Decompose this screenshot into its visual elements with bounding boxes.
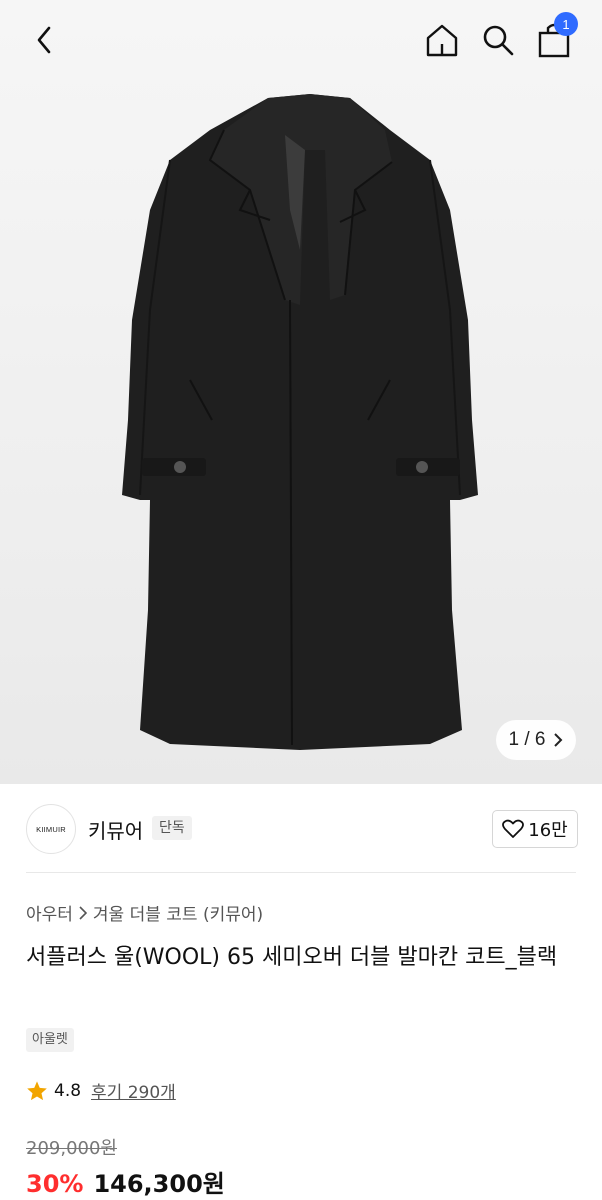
search-icon [483,25,514,56]
brand-logo-text: KIIMUIR [36,824,66,834]
brand-name[interactable]: 키뮤어 [88,815,143,844]
rating-score: 4.8 [54,1080,82,1101]
like-button[interactable]: 16만 [492,810,578,848]
rating-summary: 4.8 후기 290개 [26,1078,176,1103]
brand-logo[interactable]: KIIMUIR [26,804,76,854]
breadcrumb: 아우터 겨울 더블 코트 (키뮤어) [26,900,263,925]
outlet-chip: 아울렛 [26,1028,74,1052]
image-counter[interactable]: 1 / 6 [496,720,576,760]
section-divider [26,872,576,873]
breadcrumb-category[interactable]: 아우터 [26,900,73,925]
chevron-left-icon [37,26,51,54]
star-icon [27,1080,47,1100]
product-image-coat [122,94,478,750]
like-count: 16만 [528,820,568,841]
search-button[interactable] [476,18,520,62]
breadcrumb-subcategory[interactable]: 겨울 더블 코트 (키뮤어) [93,900,263,925]
sale-price-row: 30% 146,300원 [26,1164,225,1199]
cart-count-badge: 1 [554,12,578,36]
image-counter-text: 1 / 6 [508,729,546,750]
heart-icon [502,819,525,838]
back-button[interactable] [22,18,66,62]
home-button[interactable] [420,18,464,62]
sale-price: 146,300원 [93,1170,225,1198]
product-title: 서플러스 울(WOOL) 65 세미오버 더블 발마칸 코트_블랙 [26,945,558,970]
cart-button[interactable]: 1 [532,12,578,62]
brand-row: KIIMUIR 키뮤어 단독 16만 [0,800,602,858]
chevron-right-icon [79,905,87,920]
product-image-gallery[interactable]: 1 / 6 [0,0,602,784]
top-navigation-bar: 1 [0,0,602,84]
chevron-right-icon [554,733,563,747]
home-icon [426,24,458,57]
exclusive-tag: 단독 [152,816,192,840]
discount-rate: 30% [26,1170,84,1198]
reviews-link[interactable]: 후기 290개 [91,1078,176,1103]
original-price: 209,000원 [26,1138,117,1159]
